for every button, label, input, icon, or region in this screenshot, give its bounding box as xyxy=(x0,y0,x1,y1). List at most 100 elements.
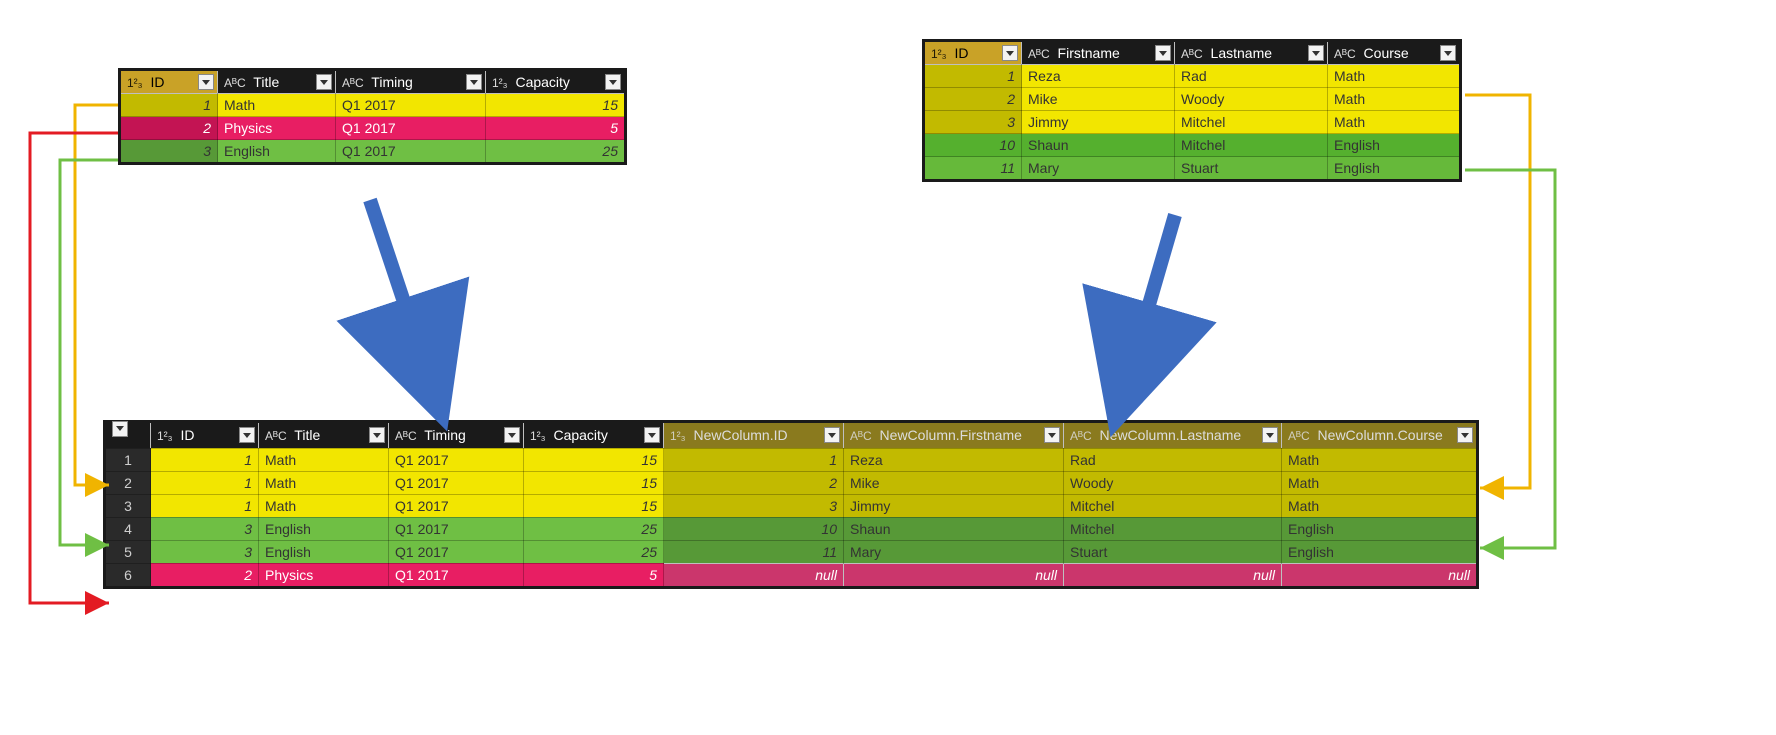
cell: 1 xyxy=(151,448,259,471)
cell: Shaun xyxy=(844,517,1064,540)
col-timing[interactable]: AᴮC Timing xyxy=(389,422,524,449)
col-timing[interactable]: AᴮC Timing xyxy=(336,70,486,94)
cell: 10 xyxy=(664,517,844,540)
filter-dropdown-icon[interactable] xyxy=(1262,427,1278,443)
cell-lastname: Woody xyxy=(1175,88,1328,111)
col-newcolumn-course[interactable]: AᴮC NewColumn.Course xyxy=(1282,422,1478,449)
cell: Q1 2017 xyxy=(389,540,524,563)
cell-course: Math xyxy=(1328,111,1461,134)
cell-title: English xyxy=(218,140,336,164)
col-label: Timing xyxy=(371,74,413,90)
table-row[interactable]: 53EnglishQ1 20172511MaryStuartEnglish xyxy=(105,540,1478,563)
cell: 5 xyxy=(524,563,664,587)
col-label: Lastname xyxy=(1211,45,1272,61)
cell-course: Math xyxy=(1328,65,1461,88)
cell-firstname: Reza xyxy=(1022,65,1175,88)
datatype-number-icon: 1²₃ xyxy=(530,429,546,443)
col-lastname[interactable]: AᴮC Lastname xyxy=(1175,41,1328,65)
datatype-text-icon: AᴮC xyxy=(1028,47,1050,61)
col-id[interactable]: 1²₃ ID xyxy=(120,70,218,94)
col-label: NewColumn.Firstname xyxy=(880,427,1022,443)
table-row[interactable]: 2MikeWoodyMath xyxy=(924,88,1461,111)
col-newcolumn-firstname[interactable]: AᴮC NewColumn.Firstname xyxy=(844,422,1064,449)
col-firstname[interactable]: AᴮC Firstname xyxy=(1022,41,1175,65)
cell: 15 xyxy=(524,494,664,517)
table-row[interactable]: 11MathQ1 2017151RezaRadMath xyxy=(105,448,1478,471)
table-row[interactable]: 11MaryStuartEnglish xyxy=(924,157,1461,181)
cell: Physics xyxy=(259,563,389,587)
filter-dropdown-icon[interactable] xyxy=(466,74,482,90)
datatype-text-icon: AᴮC xyxy=(1288,429,1310,443)
col-capacity[interactable]: 1²₃ Capacity xyxy=(486,70,626,94)
cell: Reza xyxy=(844,448,1064,471)
filter-dropdown-icon[interactable] xyxy=(504,427,520,443)
cell: 2 xyxy=(151,563,259,587)
col-title[interactable]: AᴮC Title xyxy=(218,70,336,94)
col-label: ID xyxy=(954,45,968,61)
cell-title: Physics xyxy=(218,117,336,140)
cell-lastname: Mitchel xyxy=(1175,134,1328,157)
cell: 3 xyxy=(151,540,259,563)
filter-dropdown-icon[interactable] xyxy=(239,427,255,443)
filter-dropdown-icon[interactable] xyxy=(316,74,332,90)
cell: Q1 2017 xyxy=(389,494,524,517)
table-row[interactable]: 3EnglishQ1 201725 xyxy=(120,140,626,164)
cell-firstname: Mary xyxy=(1022,157,1175,181)
cell-id: 3 xyxy=(120,140,218,164)
table-row[interactable]: 21MathQ1 2017152MikeWoodyMath xyxy=(105,471,1478,494)
cell: Math xyxy=(259,448,389,471)
table-row[interactable]: 3JimmyMitchelMath xyxy=(924,111,1461,134)
col-capacity[interactable]: 1²₃ Capacity xyxy=(524,422,664,449)
cell-firstname: Jimmy xyxy=(1022,111,1175,134)
table-row[interactable]: 1RezaRadMath xyxy=(924,65,1461,88)
filter-dropdown-icon[interactable] xyxy=(369,427,385,443)
filter-dropdown-icon[interactable] xyxy=(605,74,621,90)
filter-dropdown-icon[interactable] xyxy=(1308,45,1324,61)
filter-dropdown-icon[interactable] xyxy=(1440,45,1456,61)
cell: 15 xyxy=(524,471,664,494)
col-label: Title xyxy=(294,427,320,443)
filter-dropdown-icon[interactable] xyxy=(1002,45,1018,61)
filter-dropdown-icon[interactable] xyxy=(1155,45,1171,61)
datatype-number-icon: 1²₃ xyxy=(127,76,143,90)
datatype-text-icon: AᴮC xyxy=(395,429,417,443)
cell-id: 11 xyxy=(924,157,1022,181)
table-row[interactable]: 31MathQ1 2017153JimmyMitchelMath xyxy=(105,494,1478,517)
cell-course: English xyxy=(1328,134,1461,157)
datatype-text-icon: AᴮC xyxy=(224,76,246,90)
col-newcolumn-id[interactable]: 1²₃ NewColumn.ID xyxy=(664,422,844,449)
cell-lastname: Rad xyxy=(1175,65,1328,88)
col-newcolumn-lastname[interactable]: AᴮC NewColumn.Lastname xyxy=(1064,422,1282,449)
cell: Math xyxy=(1282,448,1478,471)
cell-id: 10 xyxy=(924,134,1022,157)
col-label: NewColumn.Lastname xyxy=(1100,427,1242,443)
cell-timing: Q1 2017 xyxy=(336,94,486,117)
cell: English xyxy=(259,517,389,540)
cell: 3 xyxy=(664,494,844,517)
cell-course: English xyxy=(1328,157,1461,181)
col-course[interactable]: AᴮC Course xyxy=(1328,41,1461,65)
connector-green-right xyxy=(1460,160,1580,560)
filter-dropdown-icon[interactable] xyxy=(824,427,840,443)
datatype-text-icon: AᴮC xyxy=(1070,429,1092,443)
table-row[interactable]: 10ShaunMitchelEnglish xyxy=(924,134,1461,157)
col-title[interactable]: AᴮC Title xyxy=(259,422,389,449)
diagram-canvas: { "tables": { "courses": { "columns": ["… xyxy=(0,0,1776,735)
filter-dropdown-icon[interactable] xyxy=(644,427,660,443)
cell: Math xyxy=(259,494,389,517)
arrow-down-icon xyxy=(1075,205,1215,395)
table-row[interactable]: 62PhysicsQ1 20175nullnullnullnull xyxy=(105,563,1478,587)
cell: 1 xyxy=(151,494,259,517)
col-id[interactable]: 1²₃ ID xyxy=(924,41,1022,65)
table-row[interactable]: 1MathQ1 201715 xyxy=(120,94,626,117)
filter-dropdown-icon[interactable] xyxy=(198,74,214,90)
col-id[interactable]: 1²₃ ID xyxy=(151,422,259,449)
filter-dropdown-icon[interactable] xyxy=(1044,427,1060,443)
table-header-row: 1²₃ ID AᴮC Title AᴮC Timing 1²₃ Capacity… xyxy=(105,422,1478,449)
cell: Woody xyxy=(1064,471,1282,494)
students-table: 1²₃ ID AᴮC Firstname AᴮC Lastname AᴮC Co… xyxy=(922,39,1462,182)
table-row[interactable]: 2PhysicsQ1 20175 xyxy=(120,117,626,140)
cell: 3 xyxy=(151,517,259,540)
table-row[interactable]: 43EnglishQ1 20172510ShaunMitchelEnglish xyxy=(105,517,1478,540)
col-label: ID xyxy=(180,427,194,443)
